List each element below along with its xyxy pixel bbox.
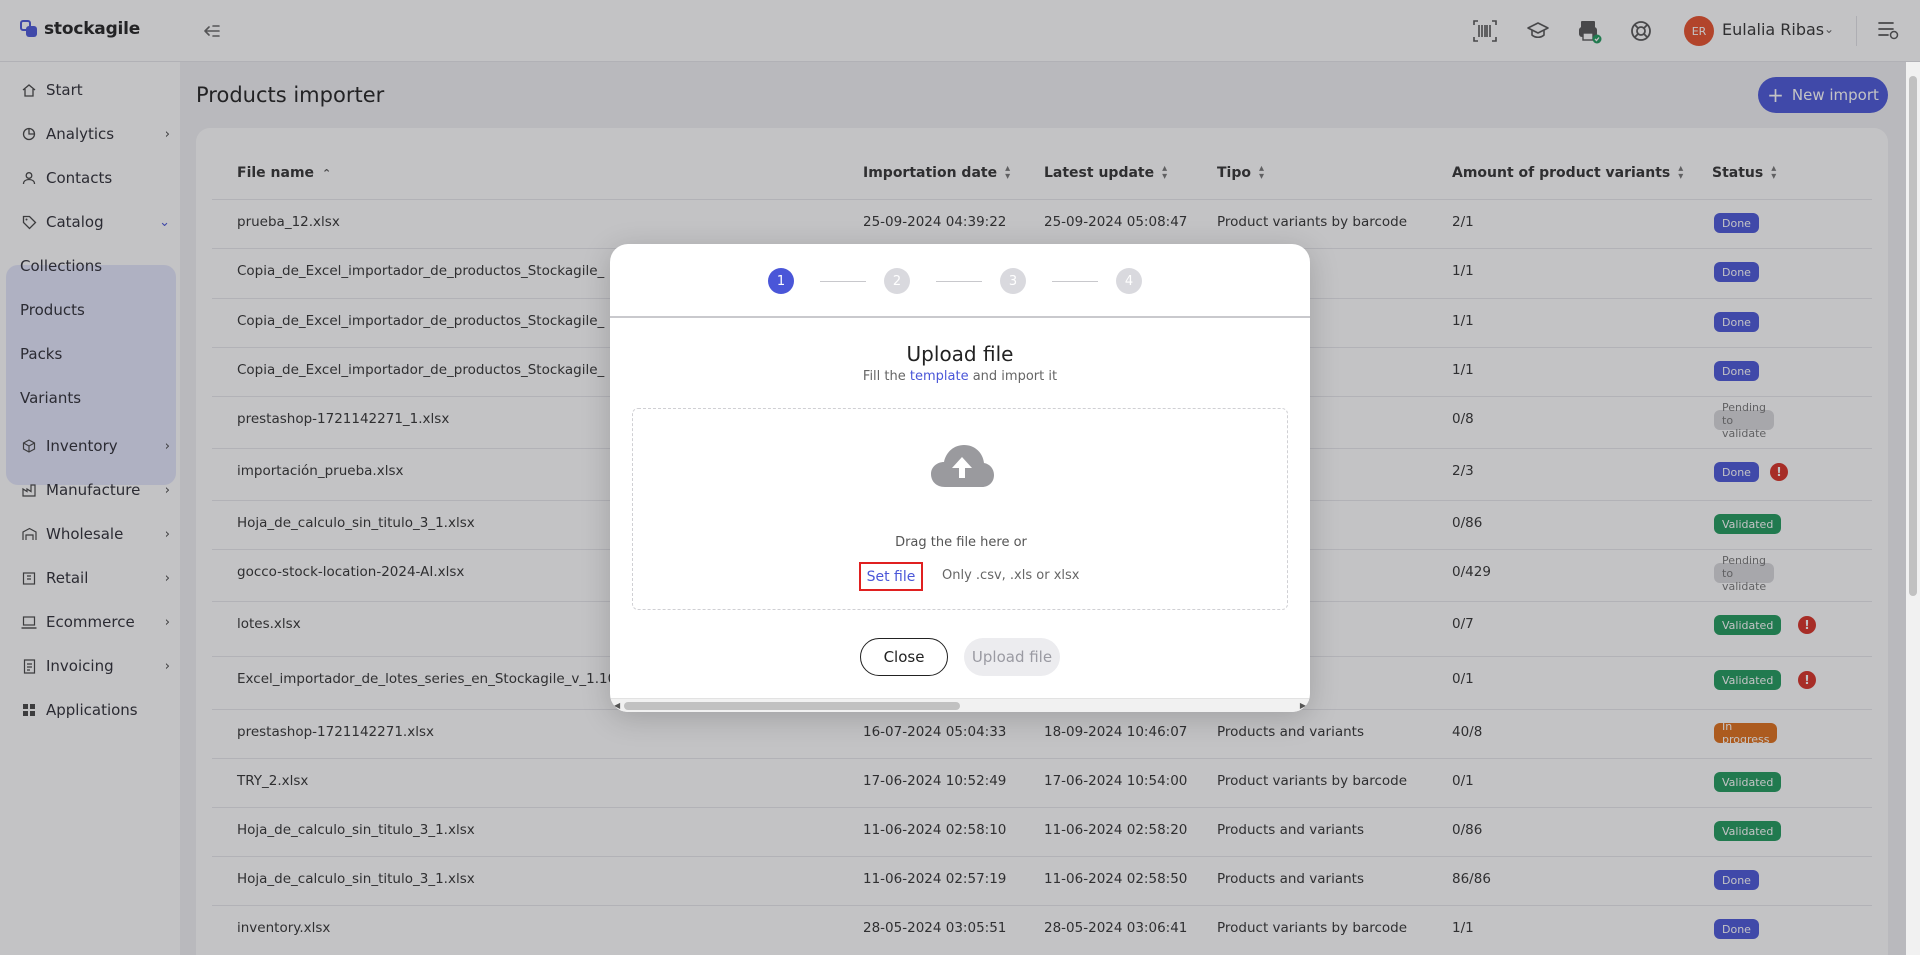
- horizontal-scrollbar[interactable]: ◀ ▶: [610, 698, 1310, 712]
- step-3: 3: [1000, 268, 1026, 294]
- step-4: 4: [1116, 268, 1142, 294]
- upload-file-button[interactable]: Upload file: [964, 638, 1060, 676]
- modal-title: Upload file: [906, 342, 1014, 366]
- template-link[interactable]: template: [910, 369, 969, 384]
- step-connector: [1052, 281, 1098, 282]
- close-button[interactable]: Close: [860, 638, 948, 676]
- step-connector: [936, 281, 982, 282]
- drag-hint: Drag the file here or: [895, 535, 1027, 550]
- step-2: 2: [884, 268, 910, 294]
- file-dropzone[interactable]: Drag the file here or Set file Only .csv…: [632, 408, 1288, 610]
- scroll-left-icon[interactable]: ◀: [614, 701, 620, 710]
- step-1: 1: [768, 268, 794, 294]
- set-file-button[interactable]: Set file: [859, 562, 923, 591]
- scroll-right-icon[interactable]: ▶: [1300, 701, 1306, 710]
- divider: [610, 316, 1310, 318]
- step-connector: [820, 281, 866, 282]
- cloud-upload-icon: [929, 443, 995, 493]
- scrollbar-thumb[interactable]: [624, 702, 960, 710]
- upload-file-modal: 1 2 3 4 Upload file Fill the template an…: [610, 244, 1310, 712]
- modal-subtitle: Fill the template and import it: [862, 369, 1058, 384]
- scrollbar-thumb[interactable]: [1909, 76, 1917, 596]
- vertical-scrollbar[interactable]: [1906, 62, 1920, 955]
- file-types-hint: Only .csv, .xls or xlsx: [942, 568, 1080, 583]
